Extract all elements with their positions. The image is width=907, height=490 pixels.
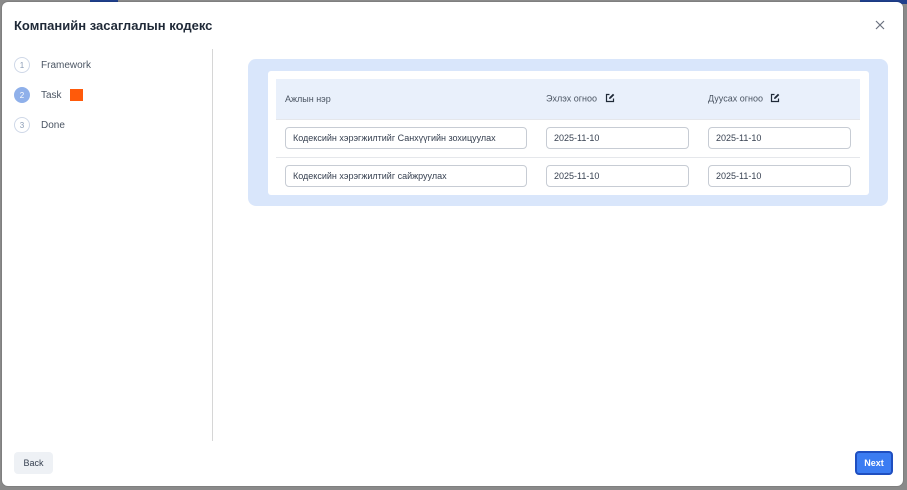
- table-header-row: Ажлын нэр Эхлэх огноо Дуусах огноо: [276, 79, 860, 119]
- step-number: 3: [14, 117, 30, 133]
- task-card: Ажлын нэр Эхлэх огноо Дуусах огноо Кодек…: [248, 59, 888, 206]
- active-step-marker: [69, 89, 83, 101]
- next-button[interactable]: Next: [855, 451, 893, 475]
- table-cell: [537, 118, 699, 157]
- step-task[interactable]: 2 Task: [14, 86, 204, 104]
- start-date-input[interactable]: [546, 127, 689, 149]
- edit-icon[interactable]: [605, 93, 615, 105]
- column-header-label: Эхлэх огноо: [546, 93, 597, 104]
- column-header-name: Ажлын нэр: [276, 79, 537, 119]
- column-header-end: Дуусах огноо: [699, 79, 860, 119]
- step-number: 1: [14, 57, 30, 73]
- table-cell: [537, 156, 699, 195]
- table-cell: [699, 118, 860, 157]
- sidebar-divider: [212, 49, 213, 441]
- table-cell: [276, 156, 537, 195]
- table-row: [276, 118, 860, 157]
- edit-icon[interactable]: [770, 93, 780, 105]
- end-date-input[interactable]: [708, 165, 851, 187]
- stepper: 1 Framework 2 Task 3 Done: [14, 56, 204, 146]
- step-framework[interactable]: 1 Framework: [14, 56, 204, 74]
- step-label: Task: [41, 89, 62, 101]
- column-header-label: Дуусах огноо: [708, 93, 763, 104]
- task-card-inner: Ажлын нэр Эхлэх огноо Дуусах огноо Кодек…: [268, 71, 869, 195]
- step-number: 2: [14, 87, 30, 103]
- start-date-input[interactable]: [546, 165, 689, 187]
- task-name-input[interactable]: [285, 165, 527, 187]
- task-name-input[interactable]: [285, 127, 527, 149]
- column-header-start: Эхлэх огноо: [537, 79, 699, 119]
- table-cell: [699, 156, 860, 195]
- step-label: Done: [41, 119, 65, 131]
- back-button[interactable]: Back: [14, 452, 53, 474]
- modal-dialog: Компанийн засаглалын кодекс 1 Framework …: [2, 2, 903, 486]
- table-cell: [276, 118, 537, 157]
- end-date-input[interactable]: [708, 127, 851, 149]
- close-icon: [875, 20, 885, 30]
- step-done[interactable]: 3 Done: [14, 116, 204, 134]
- modal-title: Компанийн засаглалын кодекс: [14, 18, 213, 33]
- table-row: [276, 156, 860, 195]
- task-table: Ажлын нэр Эхлэх огноо Дуусах огноо Кодек…: [276, 79, 860, 195]
- column-header-label: Ажлын нэр: [285, 93, 331, 104]
- step-label: Framework: [41, 59, 92, 71]
- close-button[interactable]: [871, 16, 889, 34]
